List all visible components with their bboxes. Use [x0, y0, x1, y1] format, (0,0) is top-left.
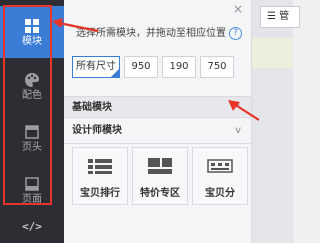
size-filter-190[interactable]: 190 [162, 56, 196, 78]
canvas-highlight-strip [252, 38, 293, 68]
help-icon[interactable]: ? [229, 26, 242, 40]
module-label: 宝贝分 [205, 188, 235, 199]
size-filter-all[interactable]: 所有尺寸 [72, 56, 120, 78]
section-label: 设计师模块 [72, 125, 122, 136]
module-label: 特价专区 [140, 188, 180, 199]
size-filter-label: 190 [169, 61, 189, 72]
module-card-special-offer[interactable]: 特价专区 [132, 147, 188, 205]
code-icon[interactable]: </> [22, 220, 42, 234]
module-card-category[interactable]: 宝贝分 [192, 147, 248, 205]
module-card-ranking[interactable]: 宝贝排行 [72, 147, 128, 205]
section-label: 基础模块 [72, 102, 112, 113]
size-filter-label: 750 [207, 61, 227, 72]
size-filter-750[interactable]: 750 [200, 56, 234, 78]
annotation-highlight-box [3, 5, 52, 205]
annotation-arrow-right [228, 100, 260, 121]
special-offer-module-icon [148, 158, 172, 174]
section-basic-modules[interactable]: 基础模块 ^ [64, 96, 251, 118]
close-icon[interactable]: × [232, 3, 244, 15]
size-filter-950[interactable]: 950 [124, 56, 158, 78]
ranking-module-icon [88, 159, 112, 174]
section-designer-modules[interactable]: 设计师模块 v [64, 120, 251, 142]
panel-tip: 选择所需模块，并拖动至相应位置? [76, 24, 246, 40]
category-module-icon [207, 159, 233, 173]
annotation-arrow-left [52, 18, 99, 33]
module-label: 宝贝排行 [80, 188, 120, 199]
manage-button[interactable]: ☰ 管 [260, 6, 300, 28]
selected-check-icon [110, 68, 120, 78]
size-filter-label: 950 [131, 61, 151, 72]
divider [64, 143, 251, 144]
